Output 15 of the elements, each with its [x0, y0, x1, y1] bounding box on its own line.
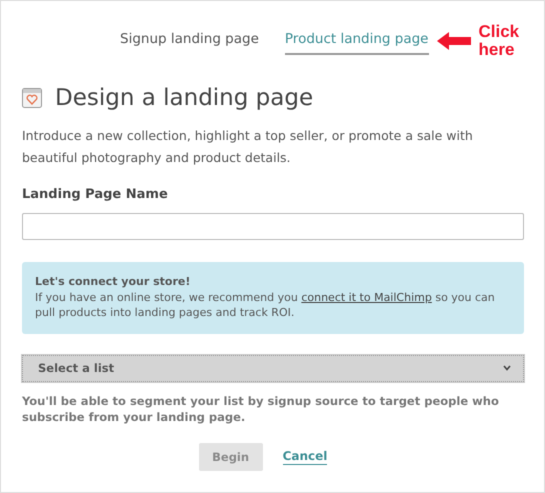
chevron-down-icon: [503, 365, 511, 371]
arrow-icon: [436, 32, 470, 50]
list-dropdown[interactable]: Select a list: [22, 354, 524, 382]
notice-text: If you have an online store, we recommend you connect it to MailChimp so you can pull products into landing pages and track ROI.: [35, 290, 496, 320]
tab[interactable]: Product landing page: [284, 28, 428, 54]
tab[interactable]: Signup landing page: [120, 28, 259, 54]
annotation-text: Click here: [478, 23, 520, 59]
field-label: Landing Page Name: [22, 187, 169, 202]
notice-title: Let's connect your store!: [35, 274, 192, 290]
connect-link[interactable]: connect it to MailChimp: [301, 290, 432, 304]
help-text: You'll be able to segment your list by signup source to target people who subscribe from your landing page.: [22, 392, 500, 424]
cancel-link[interactable]: Cancel: [282, 448, 328, 464]
intro-text: Introduce a new collection, highlight a top seller, or promote a sale with beautiful photography and product details.: [22, 127, 474, 167]
page-heading: Design a landing page: [55, 85, 314, 111]
name-input-field[interactable]: [22, 213, 524, 240]
